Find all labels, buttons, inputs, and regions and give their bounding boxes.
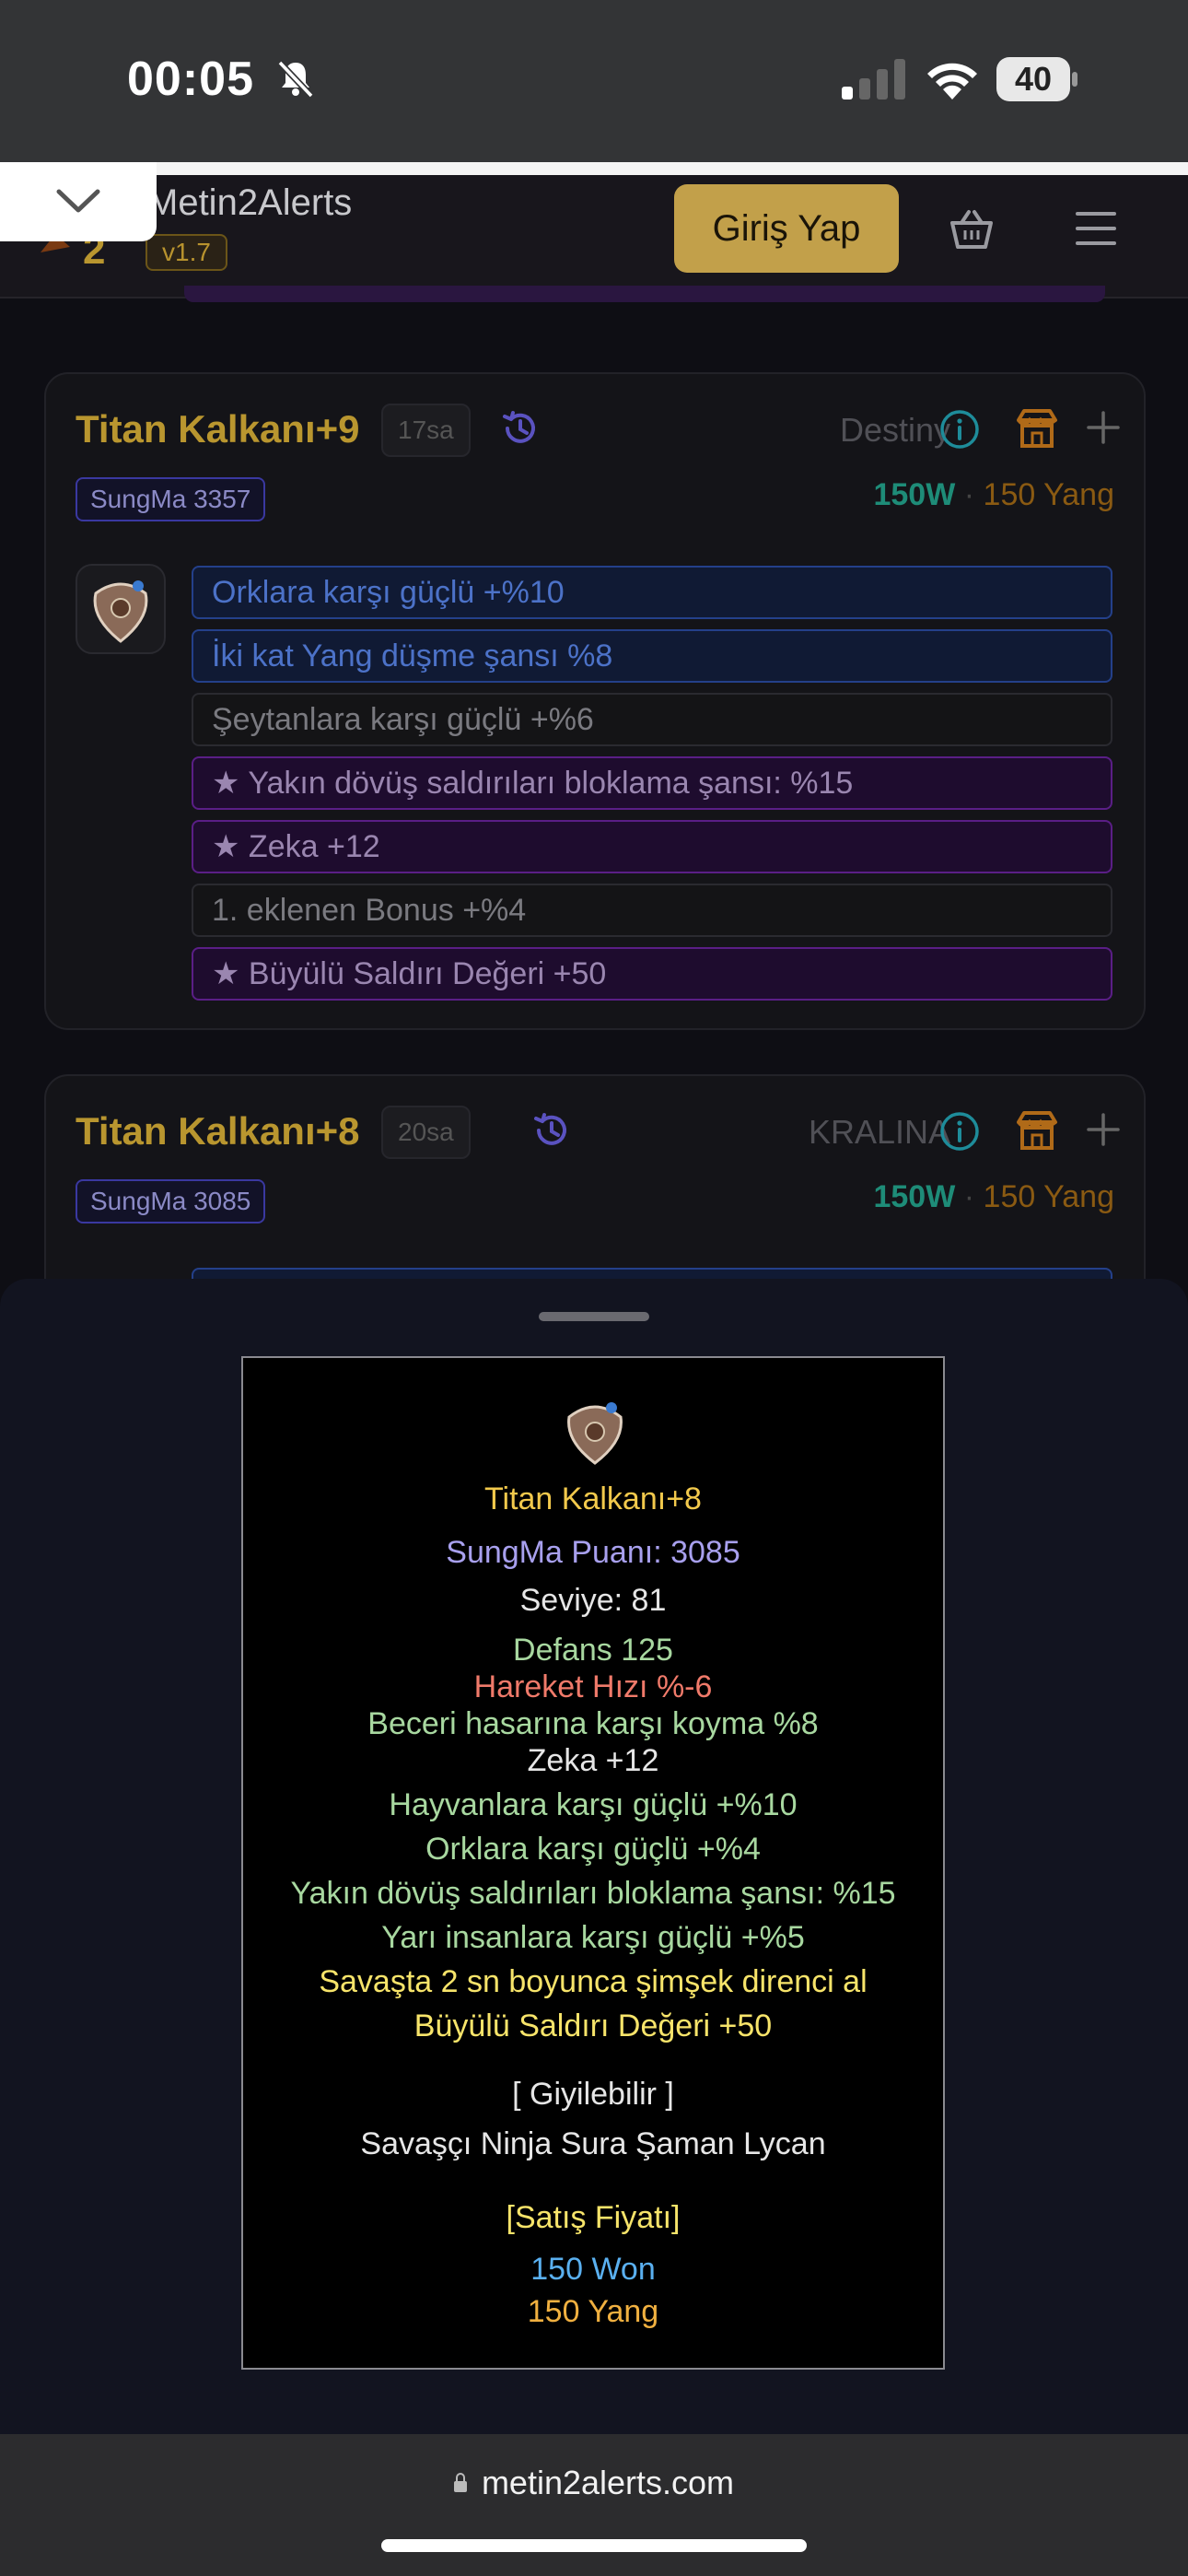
item-detail-sheet[interactable]: Titan Kalkanı+8 SungMa Puanı: 3085 Seviy…	[0, 1279, 1188, 2434]
tooltip-bonus: Yakın dövüş saldırıları bloklama şansı: …	[290, 1876, 896, 1911]
shield-item-icon	[567, 1402, 623, 1465]
item-title[interactable]: Titan Kalkanı+8	[76, 1109, 360, 1153]
info-icon[interactable]	[939, 409, 980, 450]
tooltip-bonus: Orklara karşı güçlü +%4	[425, 1832, 761, 1867]
shop-icon[interactable]	[1015, 1109, 1059, 1152]
chevron-down-icon	[56, 189, 100, 213]
tooltip-yang: 150 Yang	[527, 2294, 659, 2329]
price-won: 150W	[873, 477, 956, 512]
bonus-line: Şeytanlara karşı güçlü +%6	[192, 693, 1112, 746]
url-display[interactable]: metin2alerts.com	[0, 2464, 1188, 2502]
header-scroll-hint	[184, 286, 1105, 302]
sungma-score-badge: SungMa 3357	[76, 477, 266, 521]
tooltip-move-speed: Hareket Hızı %-6	[473, 1669, 713, 1704]
tooltip-bonus: Zeka +12	[527, 1743, 659, 1778]
price: 150W · 150 Yang	[873, 477, 1114, 513]
sheet-grabber[interactable]	[539, 1312, 649, 1321]
age-badge: 17sa	[381, 404, 471, 457]
price-separator: ·	[963, 1179, 975, 1214]
tooltip-bonus: Hayvanlara karşı güçlü +%10	[389, 1787, 798, 1822]
history-icon[interactable]	[530, 1109, 573, 1152]
tooltip-skill-resist: Beceri hasarına karşı koyma %8	[367, 1706, 819, 1741]
version-badge: v1.7	[146, 234, 227, 271]
home-indicator[interactable]	[381, 2539, 807, 2552]
tooltip-special: Savaşta 2 sn boyunca şimşek direnci al	[319, 1964, 868, 1999]
price-separator: ·	[963, 477, 975, 512]
cellular-signal-icon	[842, 59, 905, 100]
price-yang: 150 Yang	[983, 1179, 1114, 1214]
bonus-line: İki kat Yang düşme şansı %8	[192, 629, 1112, 683]
tooltip-sale-header: [Satış Fiyatı]	[506, 2200, 681, 2235]
bonus-line: ★ Zeka +12	[192, 820, 1112, 873]
tooltip-wearable: [ Giyilebilir ]	[512, 2077, 674, 2112]
seller-name[interactable]: Destiny	[840, 411, 950, 450]
item-title[interactable]: Titan Kalkanı+9	[76, 407, 360, 451]
bonus-line: ★ Yakın dövüş saldırıları bloklama şansı…	[192, 756, 1112, 810]
tooltip-classes: Savaşçı Ninja Sura Şaman Lycan	[360, 2126, 826, 2161]
hamburger-menu-icon[interactable]	[1076, 210, 1116, 247]
tooltip-level: Seviye: 81	[519, 1583, 667, 1618]
listing-card[interactable]: Titan Kalkanı+9 17sa Destiny SungMa 3357…	[44, 372, 1146, 1030]
wifi-icon	[927, 63, 977, 100]
site-brand[interactable]: Metin2Alerts	[147, 182, 352, 224]
price-yang: 150 Yang	[983, 477, 1114, 512]
plus-icon[interactable]	[1085, 409, 1122, 446]
price-won: 150W	[873, 1179, 956, 1214]
tooltip-bonus: Yarı insanlara karşı güçlü +%5	[381, 1920, 805, 1955]
info-icon[interactable]	[939, 1111, 980, 1152]
shop-icon[interactable]	[1015, 407, 1059, 450]
bonus-line: 1. eklenen Bonus +%4	[192, 884, 1112, 937]
bonus-line: Orklara karşı güçlü +%10	[192, 566, 1112, 619]
sungma-score-badge: SungMa 3085	[76, 1179, 266, 1224]
seller-name[interactable]: KRALINA	[809, 1113, 950, 1152]
tooltip-score: SungMa Puanı: 3085	[446, 1535, 740, 1570]
history-icon[interactable]	[499, 407, 542, 450]
lock-icon	[453, 2473, 467, 2492]
collapse-toolbar-button[interactable]	[0, 162, 157, 241]
plus-icon[interactable]	[1085, 1111, 1122, 1148]
browser-address-bar[interactable]: metin2alerts.com	[0, 2434, 1188, 2576]
status-bar: 00:05 40	[0, 0, 1188, 162]
tooltip-item-name: Titan Kalkanı+8	[484, 1481, 702, 1516]
tooltip-special: Büyülü Saldırı Değeri +50	[413, 2008, 773, 2043]
basket-icon[interactable]	[949, 208, 995, 251]
item-tooltip: Titan Kalkanı+8 SungMa Puanı: 3085 Seviy…	[241, 1356, 945, 2370]
battery-level: 40	[1014, 60, 1053, 98]
bell-muted-icon	[277, 60, 314, 99]
tooltip-won: 150 Won	[530, 2252, 656, 2287]
tooltip-defense: Defans 125	[513, 1633, 673, 1668]
shield-item-icon[interactable]	[76, 564, 166, 654]
battery-icon: 40	[996, 57, 1077, 101]
bonus-line: ★ Büyülü Saldırı Değeri +50	[192, 947, 1112, 1001]
age-badge: 20sa	[381, 1106, 471, 1159]
clock: 00:05	[127, 53, 254, 106]
browser-edge	[0, 162, 1188, 175]
url-text[interactable]: metin2alerts.com	[482, 2464, 734, 2501]
login-button[interactable]: Giriş Yap	[674, 184, 899, 273]
price: 150W · 150 Yang	[873, 1179, 1114, 1215]
